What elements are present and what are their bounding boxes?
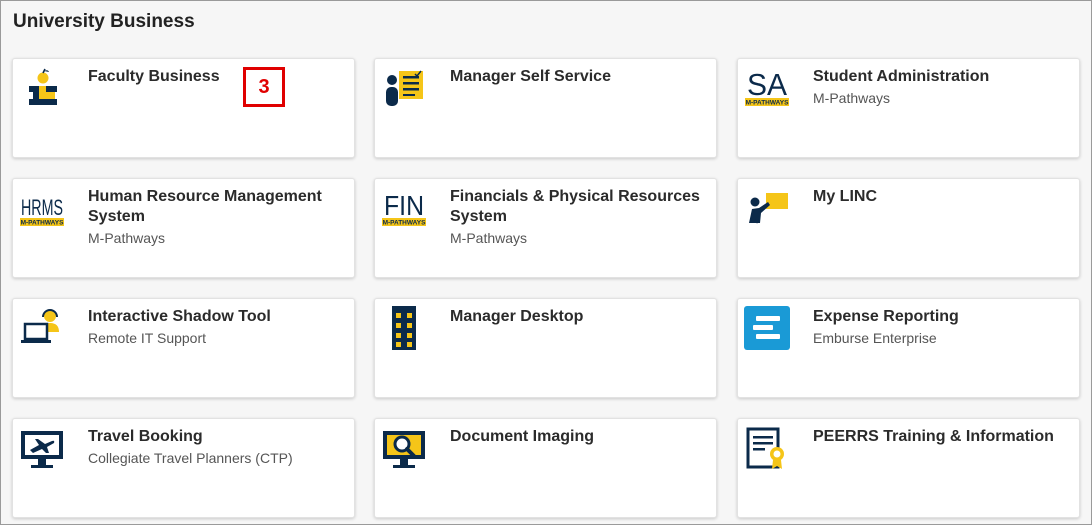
sa-mpathways-logo: SA M-PATHWAYS — [744, 65, 790, 111]
tile-subtitle: Emburse Enterprise — [813, 330, 937, 346]
tile-faculty-business[interactable]: Faculty Business — [12, 58, 355, 158]
expense-e-logo-icon — [744, 305, 790, 351]
section-title: University Business — [13, 11, 195, 32]
tile-subtitle: Remote IT Support — [88, 330, 207, 346]
logo-text: HRMS — [21, 195, 63, 220]
tile-title: Travel Booking — [88, 428, 203, 445]
logo-band: M-PATHWAYS — [383, 220, 427, 227]
logo-band: M-PATHWAYS — [746, 100, 790, 107]
tile-subtitle: M-Pathways — [450, 230, 528, 246]
hrms-mpathways-logo: HRMS M-PATHWAYS — [19, 185, 65, 231]
fin-mpathways-logo: FIN M-PATHWAYS — [381, 185, 427, 231]
tile-travel-booking[interactable]: Travel Booking Collegiate Travel Planner… — [12, 418, 355, 518]
logo-text: SA — [747, 67, 787, 102]
tile-peerrs-training-information[interactable]: PEERRS Training & Information — [737, 418, 1080, 518]
tile-human-resource-management-system[interactable]: HRMS M-PATHWAYS Human Resource Managemen… — [12, 178, 355, 278]
tile-subtitle: Collegiate Travel Planners (CTP) — [88, 450, 293, 466]
tile-interactive-shadow-tool[interactable]: Interactive Shadow Tool Remote IT Suppor… — [12, 298, 355, 398]
tile-document-imaging[interactable]: Document Imaging — [374, 418, 717, 518]
tile-title: Document Imaging — [450, 428, 595, 445]
tile-title: Student Administration — [813, 68, 990, 85]
tile-subtitle: M-Pathways — [88, 230, 166, 246]
manager-checklist-icon — [381, 65, 427, 111]
tile-title: Human Resource Management System — [88, 188, 322, 225]
tile-manager-desktop[interactable]: Manager Desktop — [374, 298, 717, 398]
certificate-icon — [744, 425, 790, 471]
tile-title: Faculty Business — [88, 68, 220, 85]
presenter-board-icon — [744, 185, 790, 231]
building-icon — [381, 305, 427, 351]
tile-title: My LINC — [813, 188, 877, 205]
tile-expense-reporting[interactable]: Expense Reporting Emburse Enterprise — [737, 298, 1080, 398]
tile-title: Manager Desktop — [450, 308, 584, 325]
step-number-marker: 3 — [243, 67, 285, 107]
tile-student-administration[interactable]: SA M-PATHWAYS Student Administration M-P… — [737, 58, 1080, 158]
support-laptop-headset-icon — [19, 305, 65, 351]
tile-financials-physical-resources-system[interactable]: FIN M-PATHWAYS Financials & Physical Res… — [374, 178, 717, 278]
logo-band: M-PATHWAYS — [21, 220, 65, 227]
faculty-book-apple-icon — [19, 65, 65, 111]
logo-text: FIN — [384, 190, 424, 221]
monitor-magnifier-icon — [381, 425, 427, 471]
tile-title: Interactive Shadow Tool — [88, 308, 271, 325]
tile-manager-self-service[interactable]: Manager Self Service — [374, 58, 717, 158]
university-business-panel: University Business Faculty Business Man… — [0, 0, 1092, 525]
tile-title: Expense Reporting — [813, 308, 959, 325]
tile-title: Manager Self Service — [450, 68, 611, 85]
monitor-airplane-icon — [19, 425, 65, 471]
tile-title: Financials & Physical Resources System — [450, 188, 700, 225]
tile-my-linc[interactable]: My LINC — [737, 178, 1080, 278]
tile-title: PEERRS Training & Information — [813, 428, 1054, 445]
tile-subtitle: M-Pathways — [813, 90, 891, 106]
